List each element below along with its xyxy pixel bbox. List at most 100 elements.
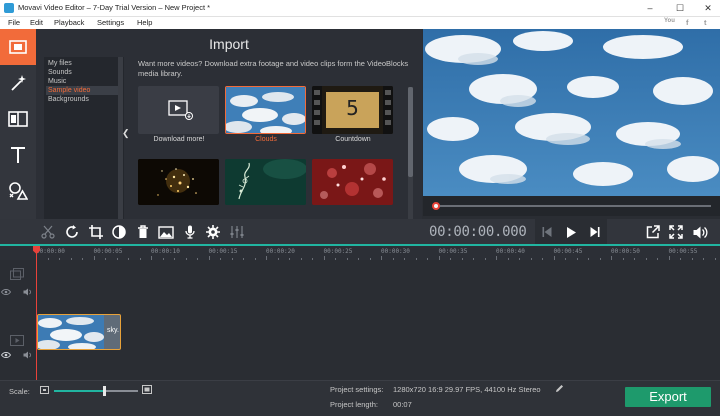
close-button[interactable]: ✕	[694, 0, 720, 17]
scale-slider[interactable]	[54, 386, 138, 396]
project-settings-value: 1280x720 16:9 29.97 FPS, 44100 Hz Stereo	[393, 385, 541, 394]
callouts-tool-button[interactable]	[0, 173, 36, 209]
preview-sky-image	[423, 29, 720, 196]
tile-label-download-more: Download more!	[153, 136, 205, 143]
tile-label-clouds: Clouds	[255, 136, 277, 143]
skip-forward-icon	[590, 227, 600, 237]
menu-bar: File Edit Playback Settings Help You f t	[0, 17, 720, 29]
category-backgrounds[interactable]: Backgrounds	[46, 95, 118, 104]
fullscreen-button[interactable]	[666, 222, 686, 242]
color-adjust-button[interactable]	[109, 222, 129, 242]
ruler-time-label: 00:00:30	[381, 248, 410, 255]
download-video-icon	[168, 100, 193, 120]
project-settings-label: Project settings:	[330, 385, 384, 394]
magic-wand-icon	[11, 75, 26, 91]
zoom-in-icon[interactable]	[142, 385, 152, 394]
tile-clouds[interactable]	[225, 86, 306, 134]
timeline-ruler[interactable]: 00:00:00 00:00:05 00:00:10 00:00:15 00:00:20…	[0, 246, 720, 260]
timecode-display: 00:00:00.000	[429, 224, 527, 240]
maximize-button[interactable]: ☐	[666, 0, 694, 17]
transitions-tool-button[interactable]	[0, 101, 36, 137]
trash-icon	[138, 225, 148, 238]
timeline[interactable]: sky.	[0, 260, 720, 380]
preview-seekbar[interactable]	[423, 196, 720, 216]
text-icon	[11, 147, 25, 163]
titles-tool-button[interactable]	[0, 137, 36, 173]
speaker-icon[interactable]	[23, 351, 32, 359]
volume-button[interactable]	[690, 222, 710, 242]
contrast-icon	[112, 225, 126, 239]
fullscreen-icon	[669, 225, 683, 239]
tool-strip	[0, 29, 36, 244]
rotate-icon	[66, 225, 78, 238]
transition-icon	[8, 111, 28, 127]
import-scrollbar[interactable]	[408, 87, 413, 239]
video-clip[interactable]: sky.	[37, 314, 121, 350]
clip-settings-button[interactable]	[203, 222, 223, 242]
app-logo-icon	[4, 3, 14, 13]
popout-preview-button[interactable]	[643, 222, 663, 242]
cut-button[interactable]	[38, 222, 58, 242]
next-frame-button[interactable]	[583, 219, 607, 245]
eye-icon[interactable]	[1, 289, 11, 295]
menu-file[interactable]: File	[8, 18, 20, 27]
filters-tool-button[interactable]	[0, 65, 36, 101]
tile-hearts[interactable]	[312, 159, 393, 205]
crop-button[interactable]	[86, 222, 106, 242]
previous-frame-button[interactable]	[535, 219, 559, 245]
seek-track[interactable]	[437, 205, 711, 207]
record-audio-button[interactable]	[180, 222, 200, 242]
playhead-line[interactable]	[36, 246, 37, 380]
category-sample-video[interactable]: Sample video	[46, 86, 118, 95]
tile-label-countdown: Countdown	[335, 136, 371, 143]
category-music[interactable]: Music	[46, 77, 118, 86]
export-button[interactable]: Export	[625, 387, 711, 407]
menu-playback[interactable]: Playback	[54, 18, 84, 27]
hearts-thumbnail	[312, 159, 393, 205]
import-scrollbar-thumb[interactable]	[408, 87, 413, 177]
pencil-icon[interactable]	[555, 384, 564, 393]
edit-toolbar: 00:00:00.000	[0, 219, 720, 245]
collapse-arrow-icon[interactable]: ❮	[122, 128, 130, 139]
menu-settings[interactable]: Settings	[97, 18, 124, 27]
image-properties-button[interactable]	[156, 222, 176, 242]
eye-icon[interactable]	[1, 352, 11, 358]
scissors-icon	[41, 225, 55, 239]
import-panel: Import My files Sounds Music Sample vide…	[36, 29, 422, 244]
status-bar: Scale: Project settings: 1280x720 16:9 2…	[0, 380, 720, 416]
rotate-button[interactable]	[62, 222, 82, 242]
category-scrollbar[interactable]	[118, 57, 123, 243]
minimize-button[interactable]: –	[636, 0, 664, 17]
sparkles-thumbnail	[138, 159, 219, 205]
delete-button[interactable]	[133, 222, 153, 242]
seek-handle[interactable]	[432, 202, 440, 210]
ruler-time-label: 00:00:00	[36, 248, 65, 255]
category-my-files[interactable]: My files	[46, 59, 118, 68]
menu-edit[interactable]: Edit	[30, 18, 43, 27]
image-icon	[158, 225, 174, 239]
tile-ornament[interactable]	[225, 159, 306, 205]
equalizer-icon	[230, 226, 244, 238]
equalizer-button[interactable]	[227, 222, 247, 242]
ruler-time-label: 00:00:55	[668, 248, 698, 255]
ruler-time-label: 00:00:25	[323, 248, 353, 255]
tile-download-more[interactable]	[138, 86, 219, 134]
scale-slider-knob[interactable]	[103, 386, 107, 396]
external-window-icon	[646, 225, 660, 239]
zoom-out-icon[interactable]	[40, 386, 49, 394]
tile-sparkles[interactable]	[138, 159, 219, 205]
project-length-value: 00:07	[393, 400, 412, 409]
facebook-icon[interactable]: f	[686, 18, 689, 27]
youtube-icon[interactable]: You	[664, 18, 675, 24]
tile-countdown[interactable]: 5	[312, 86, 393, 134]
twitter-icon[interactable]: t	[704, 18, 707, 27]
speaker-icon[interactable]	[23, 288, 32, 296]
category-sounds[interactable]: Sounds	[46, 68, 118, 77]
title-bar: Movavi Video Editor – 7-Day Trial Versio…	[0, 0, 720, 17]
play-button[interactable]	[559, 219, 583, 245]
scale-label: Scale:	[9, 387, 30, 396]
ruler-time-label: 00:00:35	[438, 248, 468, 255]
menu-help[interactable]: Help	[137, 18, 152, 27]
import-tool-button[interactable]	[0, 29, 36, 65]
play-icon	[567, 226, 576, 238]
